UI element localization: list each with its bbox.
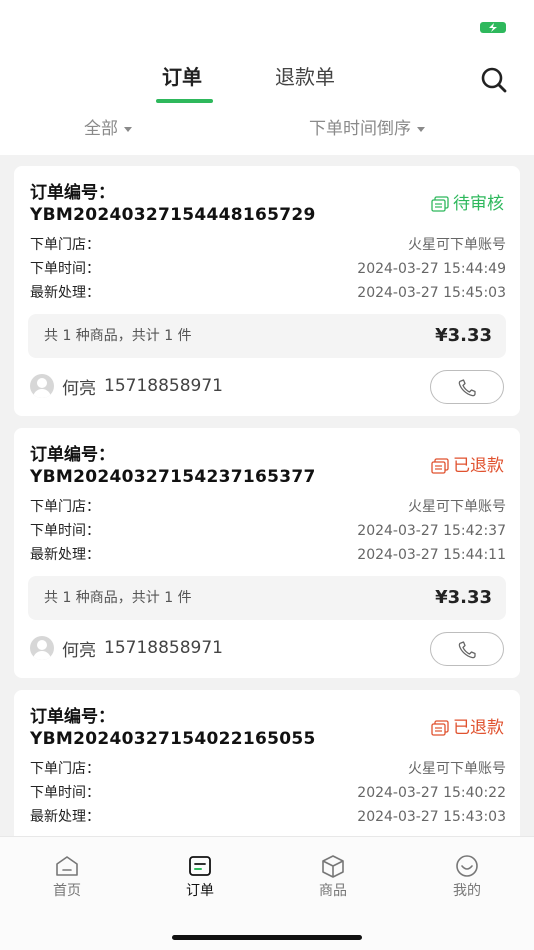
order-time-label: 下单时间： (30, 785, 100, 801)
contact-info: 何亮 15718858971 (30, 634, 223, 662)
home-icon (56, 856, 78, 876)
order-card[interactable]: 订单编号： YBM20240327154022165055 已退款 下单门店： … (14, 690, 520, 850)
bottom-nav: 首页 订单 商品 我的 (0, 836, 534, 950)
summary-text: 共 1 种商品，共计 1 件 (44, 590, 192, 606)
sort-dropdown[interactable]: 下单时间倒序 (309, 112, 425, 146)
summary-text: 共 1 种商品，共计 1 件 (44, 328, 192, 344)
store-label: 下单门店： (30, 499, 100, 515)
last-processed-value: 2024-03-27 15:43:03 (357, 809, 506, 825)
sort-label: 下单时间倒序 (309, 119, 411, 139)
nav-label-home: 首页 (53, 883, 81, 899)
order-summary: 共 1 种商品，共计 1 件 ¥3.33 (28, 576, 506, 620)
status-text: 待审核 (453, 194, 504, 214)
tab-refunds[interactable]: 退款单 (275, 62, 335, 92)
smile-icon (456, 855, 478, 877)
copy-icon (431, 458, 449, 474)
store-row: 下单门店： 火星可下单账号 (30, 496, 506, 518)
filter-bar: 全部 下单时间倒序 (0, 112, 534, 146)
battery-charging-icon (480, 22, 506, 33)
active-tab-indicator (156, 99, 213, 103)
store-label: 下单门店： (30, 237, 100, 253)
contact-name: 何亮 (62, 640, 96, 661)
status-text: 已退款 (453, 718, 504, 738)
status-text: 已退款 (453, 456, 504, 476)
order-time-row: 下单时间： 2024-03-27 15:44:49 (30, 258, 506, 280)
store-value: 火星可下单账号 (408, 237, 506, 253)
order-number: YBM20240327154237165377 (30, 467, 316, 487)
order-time-value: 2024-03-27 15:40:22 (357, 785, 506, 801)
nav-label-me: 我的 (453, 883, 481, 899)
store-value: 火星可下单账号 (408, 499, 506, 515)
order-time-label: 下单时间： (30, 523, 100, 539)
caret-down-icon (417, 126, 425, 132)
order-card[interactable]: 订单编号： YBM20240327154237165377 已退款 下单门店： … (14, 428, 520, 678)
nav-item-orders[interactable]: 订单 (160, 853, 240, 901)
order-price: ¥3.33 (435, 325, 492, 346)
top-header: 订单 退款单 全部 下单时间倒序 (0, 0, 534, 155)
store-row: 下单门店： 火星可下单账号 (30, 234, 506, 256)
status-badge: 待审核 (431, 192, 504, 216)
nav-label-orders: 订单 (186, 883, 214, 899)
call-button[interactable] (430, 370, 504, 404)
order-number: YBM20240327154022165055 (30, 729, 316, 749)
contact-info: 何亮 15718858971 (30, 372, 223, 400)
nav-item-home[interactable]: 首页 (27, 853, 107, 901)
scope-filter-dropdown[interactable]: 全部 (84, 112, 132, 146)
box-icon (322, 855, 344, 878)
avatar (30, 374, 54, 398)
contact-phone: 15718858971 (104, 376, 223, 396)
call-button[interactable] (430, 632, 504, 666)
last-processed-row: 最新处理： 2024-03-27 15:43:03 (30, 806, 506, 828)
tab-bar: 订单 退款单 (0, 62, 534, 106)
order-time-row: 下单时间： 2024-03-27 15:40:22 (30, 782, 506, 804)
last-processed-label: 最新处理： (30, 547, 100, 563)
search-icon[interactable] (480, 66, 508, 94)
phone-icon (458, 379, 476, 397)
contact-name: 何亮 (62, 378, 96, 399)
copy-icon (431, 196, 449, 212)
nav-label-products: 商品 (319, 883, 347, 899)
store-row: 下单门店： 火星可下单账号 (30, 758, 506, 780)
nav-item-products[interactable]: 商品 (293, 853, 373, 901)
order-summary: 共 1 种商品，共计 1 件 ¥3.33 (28, 314, 506, 358)
last-processed-row: 最新处理： 2024-03-27 15:45:03 (30, 282, 506, 304)
copy-icon (431, 720, 449, 736)
last-processed-value: 2024-03-27 15:45:03 (357, 285, 506, 301)
order-number: YBM20240327154448165729 (30, 205, 316, 225)
status-badge: 已退款 (431, 716, 504, 740)
last-processed-value: 2024-03-27 15:44:11 (357, 547, 506, 563)
home-indicator[interactable] (172, 935, 362, 940)
store-value: 火星可下单账号 (408, 761, 506, 777)
order-time-row: 下单时间： 2024-03-27 15:42:37 (30, 520, 506, 542)
store-label: 下单门店： (30, 761, 100, 777)
order-price: ¥3.33 (435, 587, 492, 608)
avatar (30, 636, 54, 660)
order-card[interactable]: 订单编号： YBM20240327154448165729 待审核 下单门店： … (14, 166, 520, 416)
nav-item-me[interactable]: 我的 (427, 853, 507, 901)
last-processed-label: 最新处理： (30, 285, 100, 301)
phone-icon (458, 641, 476, 659)
caret-down-icon (124, 126, 132, 132)
tab-orders[interactable]: 订单 (162, 62, 202, 92)
last-processed-label: 最新处理： (30, 809, 100, 825)
status-badge: 已退款 (431, 454, 504, 478)
order-time-value: 2024-03-27 15:42:37 (357, 523, 506, 539)
scope-filter-label: 全部 (84, 119, 118, 139)
order-number-label: 订单编号： (30, 183, 115, 203)
order-time-value: 2024-03-27 15:44:49 (357, 261, 506, 277)
order-time-label: 下单时间： (30, 261, 100, 277)
order-number-label: 订单编号： (30, 445, 115, 465)
orders-icon (189, 856, 211, 876)
last-processed-row: 最新处理： 2024-03-27 15:44:11 (30, 544, 506, 566)
contact-phone: 15718858971 (104, 638, 223, 658)
order-number-label: 订单编号： (30, 707, 115, 727)
